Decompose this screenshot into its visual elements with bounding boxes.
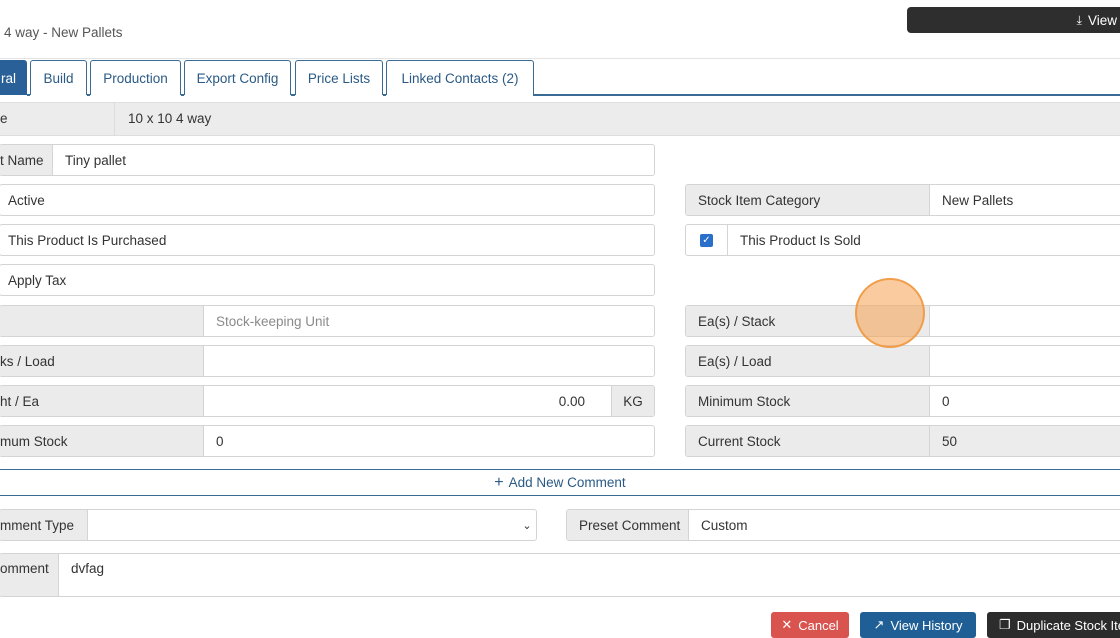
add-comment-label: Add New Comment [508,475,626,490]
tab-price-lists[interactable]: Price Lists [295,60,383,95]
comment-type-select[interactable]: mment Type ⌄ [0,509,537,541]
tab-underline [291,94,295,96]
comment-label: omment [0,554,59,596]
sold-checkbox-container[interactable]: ✓ [686,225,728,255]
add-comment-button[interactable]: + Add New Comment [0,469,1120,496]
sold-checkbox-row[interactable]: ✓ This Product Is Sold [685,224,1120,256]
cancel-button[interactable]: ✕ Cancel [771,612,849,638]
ea-load-label: Ea(s) / Load [686,346,930,376]
ea-load-field[interactable]: Ea(s) / Load [685,345,1120,377]
current-stock-label: Current Stock [686,426,930,456]
chevron-down-icon[interactable]: ⌄ [518,510,536,540]
category-value[interactable]: New Pallets [930,185,1120,215]
tab-general[interactable]: ral [0,60,27,95]
max-stock-label: mum Stock [0,426,204,456]
current-stock-value: 50 [930,426,1120,456]
duplicate-label: Duplicate Stock Ite [1016,617,1120,633]
tab-build[interactable]: Build [30,60,87,95]
view-history-button[interactable]: ↗ View History [860,612,976,638]
ea-load-input[interactable] [930,346,1120,376]
strip-divider [114,102,115,136]
cancel-label: Cancel [798,617,839,633]
purchased-checkbox-row[interactable]: This Product Is Purchased [0,224,655,256]
min-stock-input[interactable]: 0 [930,386,1120,416]
product-name-field[interactable]: t Name Tiny pallet [0,144,655,176]
name-strip-value: 10 x 10 4 way [128,111,212,126]
cursor-highlight [855,278,925,348]
sku-label [0,306,204,336]
sold-label: This Product Is Sold [740,232,861,248]
weight-field[interactable]: ht / Ea 0.00 KG [0,385,655,417]
preset-comment-value[interactable]: Custom [689,510,1120,540]
tab-export-config[interactable]: Export Config [184,60,291,95]
packs-load-input[interactable] [204,346,654,376]
copy-icon: ❐ [998,617,1011,632]
page-title: 4 way - New Pallets [4,25,123,40]
sku-input[interactable]: Stock-keeping Unit [204,306,654,336]
product-name-label: t Name [0,145,53,175]
category-label: Stock Item Category [686,185,930,215]
tab-production[interactable]: Production [90,60,181,95]
preset-comment-select[interactable]: Preset Comment Custom [566,509,1120,541]
chart-line-icon: ↗ [873,617,885,632]
packs-load-field[interactable]: ks / Load [0,345,655,377]
max-stock-field[interactable]: mum Stock 0 [0,425,655,457]
product-name-input[interactable]: Tiny pallet [53,145,654,175]
category-field[interactable]: Stock Item Category New Pallets [685,184,1120,216]
min-stock-label: Minimum Stock [686,386,930,416]
view-button-label: View [1087,12,1117,28]
name-strip-label: e [0,111,8,126]
min-stock-field[interactable]: Minimum Stock 0 [685,385,1120,417]
tab-linked-contacts[interactable]: Linked Contacts (2) [386,60,534,95]
weight-label: ht / Ea [0,386,204,416]
tab-underline [27,94,30,96]
download-icon: ⤓ [1076,12,1082,27]
comment-type-value[interactable] [88,510,518,540]
ea-stack-input[interactable] [930,306,1120,336]
comment-textarea[interactable]: dvfag [59,554,1120,596]
tabbar-line [533,94,1120,96]
checkmark-icon[interactable]: ✓ [700,233,713,247]
weight-unit: KG [611,386,654,416]
view-button[interactable]: ⤓ View [907,7,1120,33]
weight-input[interactable]: 0.00 [204,386,611,416]
sku-field[interactable]: Stock-keeping Unit [0,305,655,337]
apply-tax-label: Apply Tax [8,272,67,288]
current-stock-field: Current Stock 50 [685,425,1120,457]
purchased-label: This Product Is Purchased [8,232,167,248]
close-icon: ✕ [781,617,793,632]
packs-load-label: ks / Load [0,346,204,376]
apply-tax-checkbox-row[interactable]: Apply Tax [0,264,655,296]
comment-type-label: mment Type [0,510,88,540]
comment-textarea-group[interactable]: omment dvfag [0,553,1120,597]
plus-icon: + [494,473,504,491]
header-divider [0,58,1120,59]
view-history-label: View History [890,617,963,633]
active-checkbox-row[interactable]: Active [0,184,655,216]
preset-comment-label: Preset Comment [567,510,689,540]
active-label: Active [8,192,45,208]
tab-underline [383,94,386,96]
duplicate-stock-item-button[interactable]: ❐ Duplicate Stock Ite [987,612,1120,638]
max-stock-input[interactable]: 0 [204,426,654,456]
tab-underline [181,94,184,96]
tab-underline [87,94,90,96]
